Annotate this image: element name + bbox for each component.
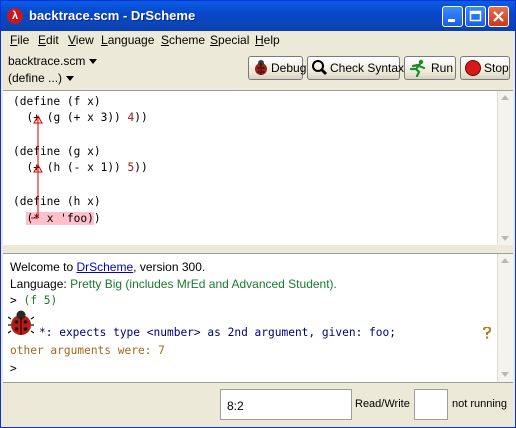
- define-menu-label: (define ...): [8, 71, 63, 85]
- repl-prompt[interactable]: >: [10, 362, 17, 375]
- minimize-button[interactable]: [442, 6, 463, 27]
- check-syntax-label: Check Syntax: [330, 61, 405, 75]
- status-bar: 8:2 Read/Write not running: [1, 383, 515, 427]
- language-line: Language: Pretty Big (includes MrEd and …: [10, 277, 337, 291]
- stop-icon: [465, 60, 481, 76]
- read-write-status[interactable]: Read/Write: [355, 398, 410, 410]
- welcome-line: Welcome to DrScheme, version 300.: [10, 260, 206, 274]
- run-button[interactable]: Run: [404, 56, 456, 80]
- error-message: *: expects type <number> as 2nd argument…: [39, 326, 396, 339]
- stop-button[interactable]: Stop: [460, 56, 510, 80]
- cursor-position: 8:2: [227, 399, 244, 413]
- pane-splitter[interactable]: [1, 245, 515, 253]
- check-syntax-button[interactable]: Check Syntax: [307, 56, 404, 80]
- define-menu[interactable]: (define ...): [8, 71, 75, 85]
- menu-view[interactable]: View: [68, 33, 94, 47]
- running-status: not running: [452, 398, 508, 410]
- drscheme-lambda-icon: λ: [7, 8, 23, 24]
- scroll-up-icon[interactable]: [501, 95, 509, 100]
- window-title: backtrace.scm - DrScheme: [29, 8, 196, 23]
- magnifier-icon: [312, 60, 328, 76]
- scroll-down-icon[interactable]: [501, 372, 509, 377]
- help-question-icon[interactable]: [482, 327, 492, 339]
- chevron-down-icon: [89, 59, 98, 65]
- scroll-up-icon[interactable]: [501, 258, 509, 263]
- gc-indicator-box: [414, 389, 448, 420]
- debug-label: Debug: [271, 61, 307, 75]
- input-line: > (f 5): [10, 294, 58, 307]
- minimize-icon: [448, 19, 455, 22]
- definitions-editor[interactable]: (define (f x) (+ (g (+ x 3)) 4)) (define…: [3, 90, 513, 247]
- bug-icon: [255, 60, 267, 75]
- backtrace-arrows: [31, 114, 43, 219]
- bug-icon[interactable]: [8, 309, 34, 337]
- close-icon: [493, 11, 504, 22]
- toolbar: backtrace.scm (define ...) Debug Check S…: [1, 50, 515, 90]
- debug-button[interactable]: Debug: [248, 56, 307, 80]
- drscheme-window: λ backtrace.scm - DrScheme File Edit Vie…: [0, 0, 516, 428]
- menu-edit[interactable]: Edit: [38, 33, 59, 47]
- menu-bar: File Edit View Language Scheme Special H…: [1, 31, 515, 50]
- position-field[interactable]: 8:2: [220, 389, 352, 420]
- menu-scheme[interactable]: Scheme: [161, 33, 205, 47]
- menu-language[interactable]: Language: [101, 33, 154, 47]
- error-other-args: other arguments were: 7: [10, 344, 165, 357]
- file-name-menu[interactable]: backtrace.scm: [8, 54, 98, 68]
- stop-label: Stop: [484, 61, 509, 75]
- interactions-pane[interactable]: Welcome to DrScheme, version 300. Langua…: [3, 253, 513, 383]
- maximize-icon: [469, 10, 482, 22]
- menu-special[interactable]: Special: [210, 33, 249, 47]
- file-name-label: backtrace.scm: [8, 54, 86, 68]
- scroll-down-icon[interactable]: [501, 236, 509, 241]
- menu-help[interactable]: Help: [255, 33, 280, 47]
- maximize-button[interactable]: [465, 6, 486, 27]
- menu-file[interactable]: File: [10, 33, 29, 47]
- close-button[interactable]: [488, 6, 509, 27]
- running-man-icon: [409, 59, 426, 77]
- language-name: Pretty Big (includes MrEd and Advanced S…: [70, 277, 337, 291]
- title-bar[interactable]: λ backtrace.scm - DrScheme: [1, 1, 515, 31]
- run-label: Run: [431, 61, 454, 75]
- chevron-down-icon: [66, 76, 75, 82]
- drscheme-link[interactable]: DrScheme: [76, 260, 133, 274]
- editor-scrollbar[interactable]: [497, 91, 513, 246]
- interactions-scrollbar[interactable]: [497, 254, 513, 382]
